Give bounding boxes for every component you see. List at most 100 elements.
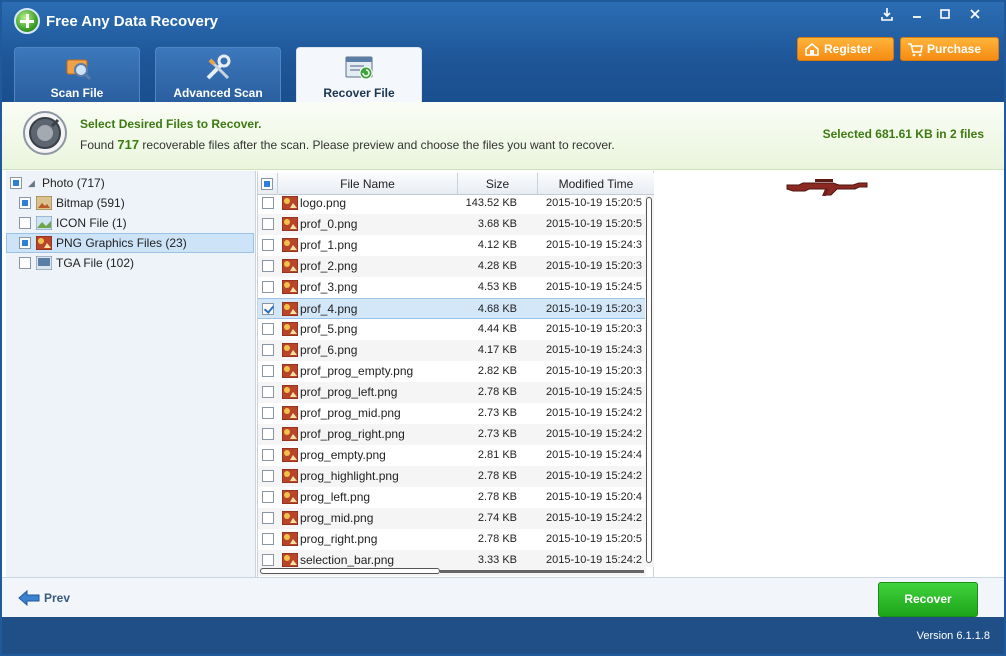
column-modified-time[interactable]: Modified Time bbox=[538, 173, 654, 195]
file-name-cell: prof_4.png bbox=[300, 302, 358, 316]
tab-label: Recover File bbox=[323, 86, 395, 100]
column-size[interactable]: Size bbox=[458, 173, 538, 195]
row-checkbox[interactable] bbox=[262, 512, 274, 524]
file-size-cell: 4.28 KB bbox=[477, 260, 517, 272]
table-row[interactable]: prof_prog_left.png 2.78 KB 2015-10-19 15:2… bbox=[258, 382, 646, 403]
modified-time-cell: 2015-10-19 15:24:2 bbox=[546, 407, 643, 419]
column-file-name[interactable]: File Name bbox=[278, 173, 458, 195]
table-row[interactable]: prog_right.png 2.78 KB 2015-10-19 15:20:5 bbox=[258, 529, 646, 550]
close-icon[interactable] bbox=[964, 7, 986, 25]
row-checkbox[interactable] bbox=[262, 218, 274, 230]
file-size-cell: 2.78 KB bbox=[477, 386, 517, 398]
prev-button[interactable]: Prev bbox=[18, 589, 70, 607]
modified-time-cell: 2015-10-19 15:24:4 bbox=[546, 449, 643, 461]
horizontal-scroll-track bbox=[440, 570, 644, 573]
table-row[interactable]: prof_5.png 4.44 KB 2015-10-19 15:20:3 bbox=[258, 319, 646, 340]
row-checkbox[interactable] bbox=[262, 470, 274, 482]
table-row[interactable]: prog_empty.png 2.81 KB 2015-10-19 15:24:4 bbox=[258, 445, 646, 466]
download-icon[interactable] bbox=[876, 7, 898, 25]
row-checkbox[interactable] bbox=[262, 197, 274, 209]
table-row[interactable]: prof_prog_right.png 2.73 KB 2015-10-19 15:… bbox=[258, 424, 646, 445]
png-file-icon bbox=[282, 280, 298, 294]
tab-scan-file[interactable]: Scan File bbox=[14, 47, 140, 102]
minimize-icon[interactable] bbox=[906, 7, 928, 25]
row-checkbox[interactable] bbox=[262, 533, 274, 545]
tree-item-tga[interactable]: TGA File (102) bbox=[18, 253, 254, 273]
table-row[interactable]: prof_3.png 4.53 KB 2015-10-19 15:24:5 bbox=[258, 277, 646, 298]
tab-advanced-scan[interactable]: Advanced Scan bbox=[155, 47, 281, 102]
png-file-icon bbox=[282, 196, 298, 210]
png-file-icon bbox=[282, 385, 298, 399]
row-checkbox[interactable] bbox=[262, 344, 274, 356]
root-checkbox[interactable] bbox=[10, 177, 22, 189]
app-title: Free Any Data Recovery bbox=[46, 13, 219, 30]
file-name-cell: prof_6.png bbox=[300, 343, 358, 357]
table-row[interactable]: prof_prog_empty.png 2.82 KB 2015-10-19 15:… bbox=[258, 361, 646, 382]
tab-recover-file[interactable]: Recover File bbox=[296, 47, 422, 103]
file-size-cell: 2.73 KB bbox=[477, 407, 517, 419]
png-file-icon bbox=[282, 427, 298, 441]
file-name-cell: prof_prog_mid.png bbox=[300, 406, 401, 420]
row-checkbox[interactable] bbox=[262, 365, 274, 377]
modified-time-cell: 2015-10-19 15:20:5 bbox=[546, 197, 643, 209]
tree-item-bitmap[interactable]: Bitmap (591) bbox=[18, 193, 254, 213]
table-row[interactable]: prog_left.png 2.78 KB 2015-10-19 15:20:4 bbox=[258, 487, 646, 508]
png-file-icon bbox=[282, 406, 298, 420]
row-checkbox[interactable] bbox=[262, 491, 274, 503]
vertical-scroll-thumb[interactable] bbox=[646, 197, 652, 563]
table-row[interactable]: prof_2.png 4.28 KB 2015-10-19 15:20:3 bbox=[258, 256, 646, 277]
footer-bar: Prev Recover bbox=[2, 577, 1004, 617]
row-checkbox[interactable] bbox=[262, 303, 274, 315]
tree-checkbox[interactable] bbox=[19, 257, 31, 269]
row-checkbox[interactable] bbox=[262, 428, 274, 440]
file-name-cell: prof_2.png bbox=[300, 259, 358, 273]
tree-root-photo[interactable]: ◢ Photo (717) bbox=[10, 173, 250, 193]
select-all-cell bbox=[258, 173, 278, 195]
modified-time-cell: 2015-10-19 15:20:3 bbox=[546, 303, 643, 315]
maximize-icon[interactable] bbox=[934, 7, 956, 25]
vertical-scrollbar[interactable] bbox=[645, 195, 654, 567]
tree-item-label: TGA File (102) bbox=[56, 256, 135, 270]
table-row[interactable]: prof_4.png 4.68 KB 2015-10-19 15:20:3 bbox=[258, 298, 646, 319]
app-logo-icon bbox=[14, 8, 40, 34]
modified-time-cell: 2015-10-19 15:24:5 bbox=[546, 386, 643, 398]
register-button[interactable]: Register bbox=[797, 37, 894, 61]
table-row[interactable]: prof_1.png 4.12 KB 2015-10-19 15:24:3 bbox=[258, 235, 646, 256]
row-checkbox[interactable] bbox=[262, 260, 274, 272]
tree-item-png[interactable]: PNG Graphics Files (23) bbox=[6, 233, 254, 253]
png-file-icon bbox=[282, 217, 298, 231]
row-checkbox[interactable] bbox=[262, 407, 274, 419]
tree-item-label: PNG Graphics Files (23) bbox=[56, 236, 187, 250]
table-row[interactable]: logo.png 143.52 KB 2015-10-19 15:20:5 bbox=[258, 193, 646, 214]
png-icon bbox=[36, 236, 52, 250]
table-row[interactable]: prog_highlight.png 2.78 KB 2015-10-19 15:2… bbox=[258, 466, 646, 487]
tree-item-icon-file[interactable]: ICON File (1) bbox=[18, 213, 254, 233]
tree-checkbox[interactable] bbox=[19, 217, 31, 229]
horizontal-scrollbar[interactable] bbox=[258, 567, 646, 576]
select-all-checkbox[interactable] bbox=[261, 178, 273, 190]
row-checkbox[interactable] bbox=[262, 323, 274, 335]
recover-button[interactable]: Recover bbox=[878, 582, 978, 617]
table-row[interactable]: prog_mid.png 2.74 KB 2015-10-19 15:24:2 bbox=[258, 508, 646, 529]
table-row[interactable]: prof_6.png 4.17 KB 2015-10-19 15:24:3 bbox=[258, 340, 646, 361]
info-title: Select Desired Files to Recover. bbox=[80, 117, 262, 131]
modified-time-cell: 2015-10-19 15:24:2 bbox=[546, 512, 643, 524]
row-checkbox[interactable] bbox=[262, 449, 274, 461]
row-checkbox[interactable] bbox=[262, 386, 274, 398]
tree-checkbox[interactable] bbox=[19, 197, 31, 209]
table-row[interactable]: prof_0.png 3.68 KB 2015-10-19 15:20:5 bbox=[258, 214, 646, 235]
png-file-icon bbox=[282, 322, 298, 336]
horizontal-scroll-thumb[interactable] bbox=[260, 568, 440, 574]
file-name-cell: prof_1.png bbox=[300, 238, 358, 252]
collapse-arrow-icon[interactable]: ◢ bbox=[28, 173, 35, 193]
tree-checkbox[interactable] bbox=[19, 237, 31, 249]
file-size-cell: 2.74 KB bbox=[477, 512, 517, 524]
row-checkbox[interactable] bbox=[262, 239, 274, 251]
row-checkbox[interactable] bbox=[262, 554, 274, 566]
tools-icon bbox=[206, 54, 231, 80]
file-type-tree: ◢ Photo (717) Bitmap (591) ICON File (1) bbox=[6, 171, 256, 577]
purchase-button[interactable]: Purchase bbox=[900, 37, 999, 61]
row-checkbox[interactable] bbox=[262, 281, 274, 293]
table-row[interactable]: prof_prog_mid.png 2.73 KB 2015-10-19 15:24… bbox=[258, 403, 646, 424]
file-size-cell: 2.78 KB bbox=[477, 533, 517, 545]
